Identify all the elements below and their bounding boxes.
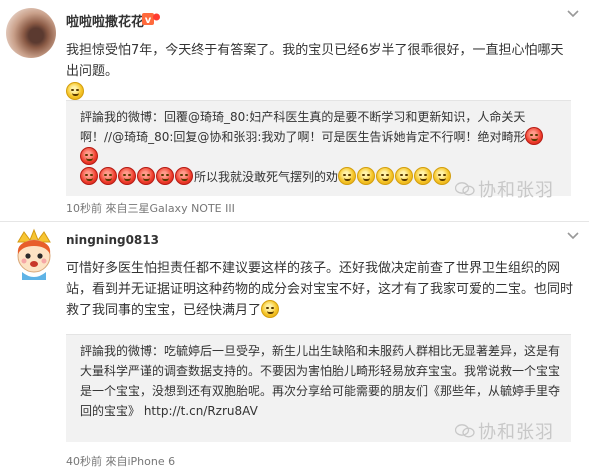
verified-badge-icon: v: [142, 13, 160, 26]
yellow-cry-emoji: [433, 167, 452, 185]
post-meta: 10秒前 來自三星Galaxy NOTE III: [66, 202, 235, 215]
red-angry-emoji: [80, 147, 98, 165]
red-angry-emoji: [80, 167, 98, 185]
weibo-comments-page: 啦啦啦撒花花 v 我担惊受怕7年，今天终于有答案了。我的宝贝已经6岁半了很乖很好…: [0, 0, 589, 476]
yellow-cry-emoji: [357, 167, 376, 185]
watermark-text: 协和张羽: [478, 180, 554, 201]
quote-text: 評論我的微博：吃毓婷后一旦受孕，新生儿出生缺陷和未服药人群相比无显著差异，这是有…: [80, 344, 561, 418]
comment-card: ningning0813 可惜好多医生怕担责任都不建议要这样的孩子。还好我做决定…: [0, 222, 589, 476]
yellow-smile-emoji: [261, 300, 280, 318]
red-angry-emoji: [156, 167, 174, 185]
watermark-text: 协和张羽: [478, 422, 554, 443]
avatar[interactable]: [8, 228, 60, 282]
red-angry-emoji: [99, 167, 117, 185]
comment-text: 我担惊受怕7年，今天终于有答案了。我的宝贝已经6岁半了很乖很好，一直担心怕哪天出…: [66, 40, 566, 103]
yellow-smile-emoji: [66, 82, 84, 100]
username[interactable]: ningning0813: [66, 233, 159, 247]
comment-body: 可惜好多医生怕担责任都不建议要这样的孩子。还好我做决定前查了世界卫生组织的网站，…: [66, 261, 574, 318]
red-angry-emoji: [175, 167, 193, 185]
quote-text: 評論我的微博：回覆@琦琦_80:妇产科医生真的是要不断学习和更新知识，人命关天啊…: [80, 110, 526, 144]
red-angry-emoji: [137, 167, 155, 185]
yellow-cry-emoji: [395, 167, 414, 185]
chevron-down-icon[interactable]: [567, 10, 579, 18]
yellow-cry-emoji: [376, 167, 395, 185]
avatar[interactable]: [6, 8, 56, 58]
comment-card: 啦啦啦撒花花 v 我担惊受怕7年，今天终于有答案了。我的宝贝已经6岁半了很乖很好…: [0, 0, 589, 222]
chevron-down-icon[interactable]: [567, 232, 579, 240]
yellow-cry-emoji: [414, 167, 433, 185]
post-meta: 40秒前 來自iPhone 6: [66, 455, 176, 468]
wechat-icon: [455, 424, 475, 438]
red-angry-emoji: [525, 127, 544, 145]
comment-body: 我担惊受怕7年，今天终于有答案了。我的宝贝已经6岁半了很乖很好，一直担心怕哪天出…: [66, 43, 564, 79]
username[interactable]: 啦啦啦撒花花: [66, 11, 144, 30]
quote-tail-text: 所以我就没敢死气摆列的劝: [194, 170, 339, 184]
red-angry-emoji: [118, 167, 136, 185]
svg-text:v: v: [145, 15, 152, 26]
wechat-icon: [455, 182, 475, 196]
comment-text: 可惜好多医生怕担责任都不建议要这样的孩子。还好我做决定前查了世界卫生组织的网站，…: [66, 258, 574, 321]
yellow-cry-emoji: [338, 167, 357, 185]
